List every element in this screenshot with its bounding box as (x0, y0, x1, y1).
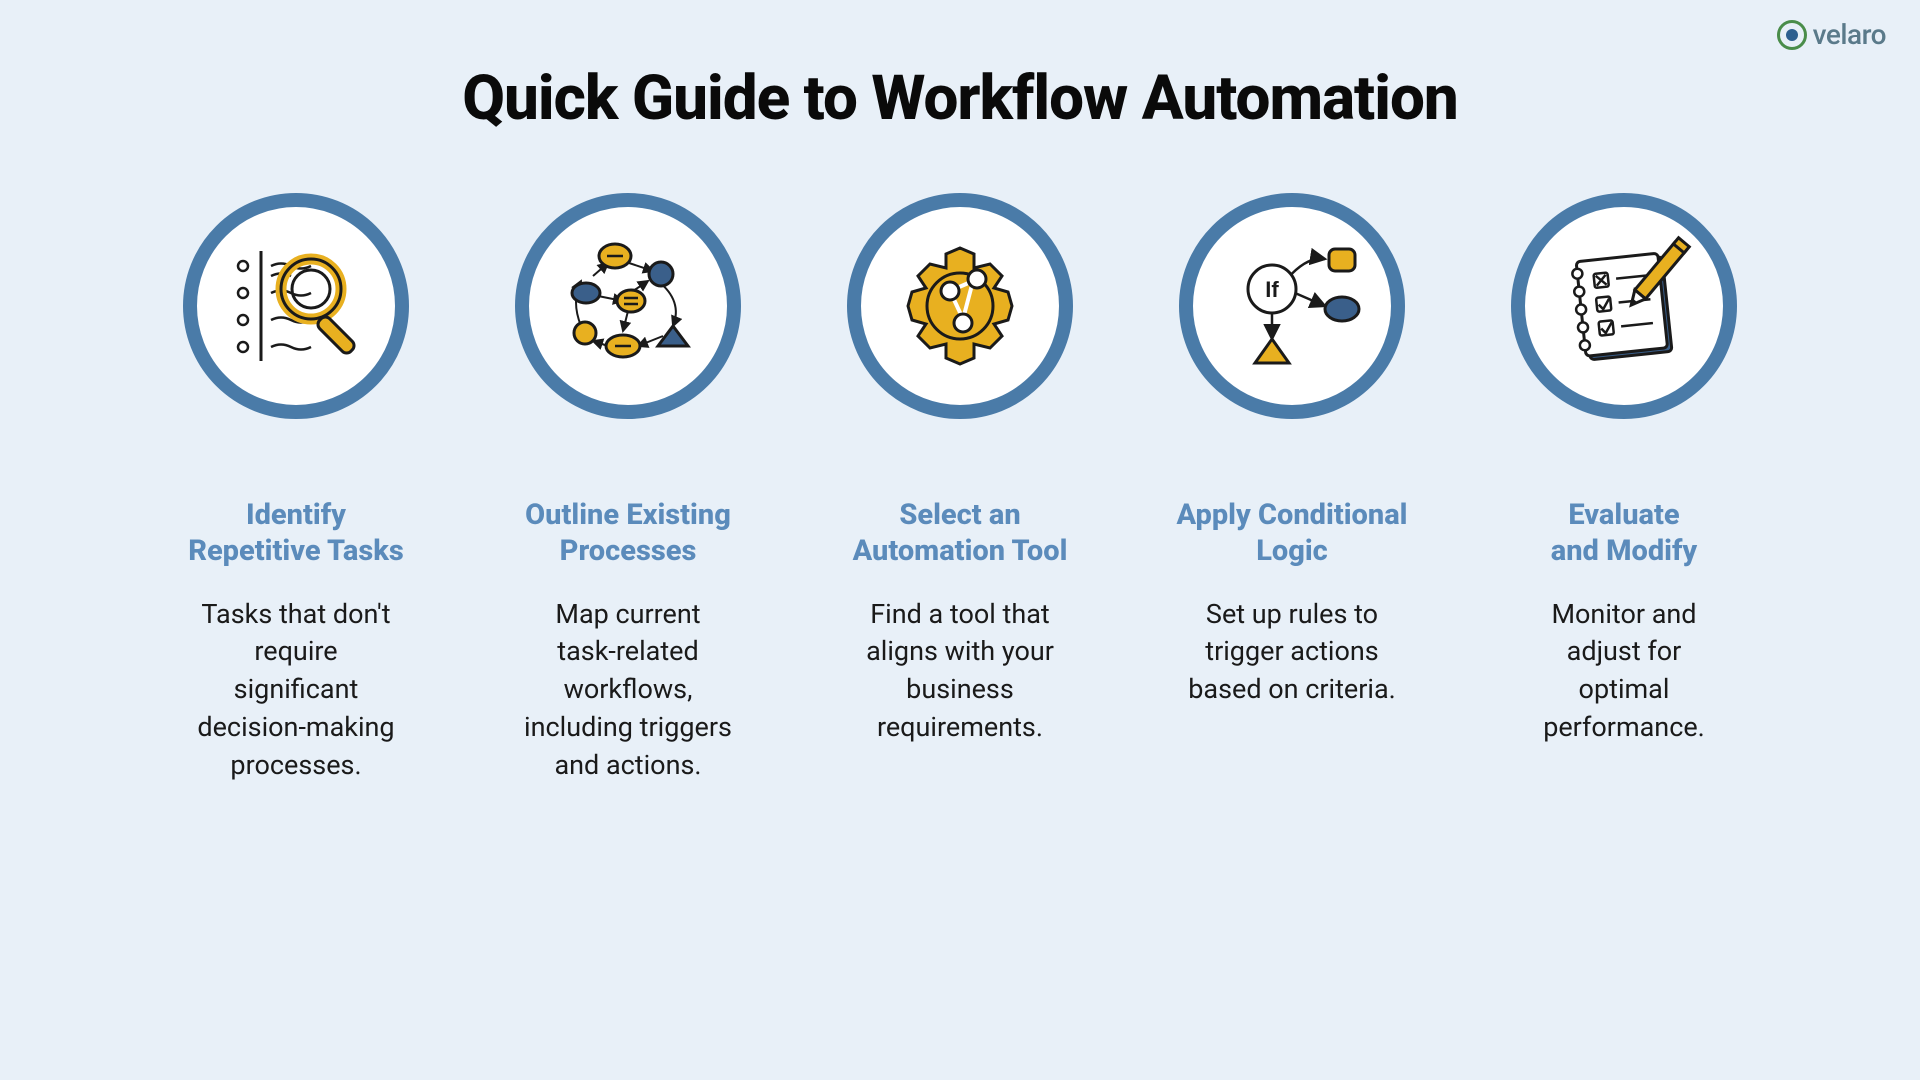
step-icon-circle: If (1179, 193, 1405, 419)
step-title: Outline Existing Processes (525, 497, 731, 570)
step-icon-circle (1511, 193, 1737, 419)
step-title: Identify Repetitive Tasks (188, 497, 404, 570)
step-title: Evaluate and Modify (1551, 497, 1697, 570)
step-desc: Monitor and adjust for optimal performan… (1543, 596, 1705, 747)
step-desc: Find a tool that aligns with your busine… (866, 596, 1054, 747)
step-title: Apply Conditional Logic (1176, 497, 1407, 570)
gear-share-icon (885, 231, 1035, 381)
step-select-tool: Select an Automation Tool Find a tool th… (830, 193, 1090, 784)
brand-name: velaro (1813, 18, 1886, 51)
step-desc: Tasks that don't require significant dec… (197, 596, 394, 785)
steps-row: Identify Repetitive Tasks Tasks that don… (0, 193, 1920, 784)
conditional-if-icon: If (1217, 231, 1367, 381)
step-desc: Set up rules to trigger actions based on… (1188, 596, 1396, 709)
step-icon-circle (847, 193, 1073, 419)
step-outline: Outline Existing Processes Map current t… (498, 193, 758, 784)
step-identify: Identify Repetitive Tasks Tasks that don… (166, 193, 426, 784)
step-icon-circle (515, 193, 741, 419)
step-conditional: If Apply Conditional Logic Set up rules … (1162, 193, 1422, 784)
step-desc: Map current task-related workflows, incl… (524, 596, 732, 785)
step-title: Select an Automation Tool (853, 497, 1068, 570)
process-graph-icon (553, 231, 703, 381)
checklist-pencil-icon (1549, 231, 1699, 381)
svg-text:If: If (1265, 277, 1279, 302)
brand-logo: velaro (1777, 18, 1886, 51)
page-title: Quick Guide to Workflow Automation (0, 0, 1920, 135)
magnifier-list-icon (221, 231, 371, 381)
brand-mark-icon (1777, 20, 1807, 50)
step-evaluate: Evaluate and Modify Monitor and adjust f… (1494, 193, 1754, 784)
step-icon-circle (183, 193, 409, 419)
